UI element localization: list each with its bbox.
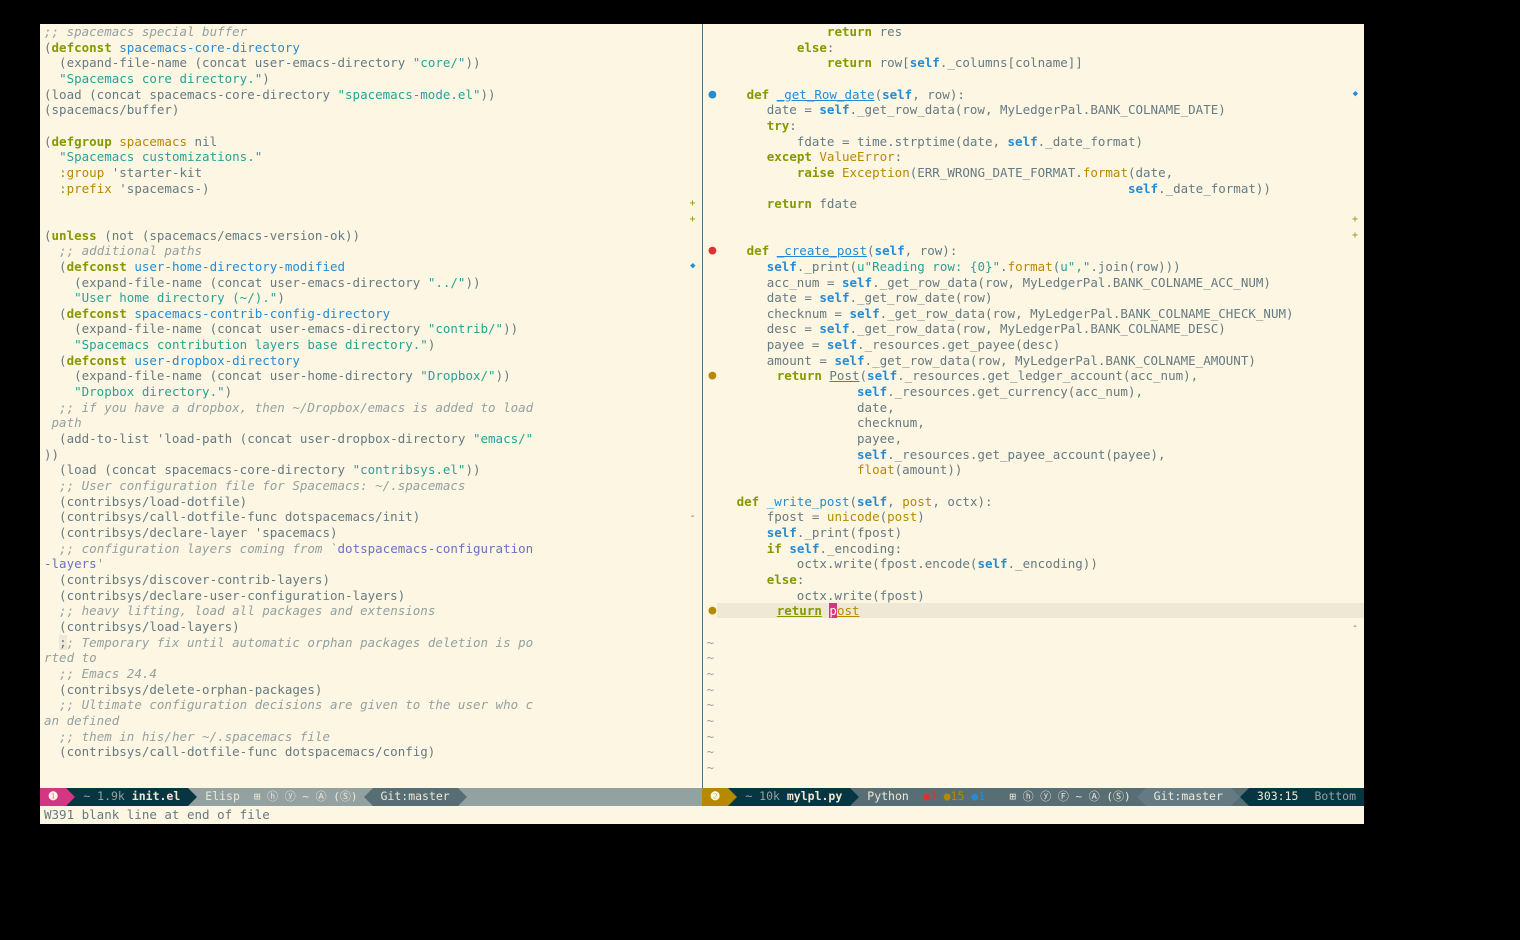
flycheck-indicator[interactable]: ●3 ●15 ●1 xyxy=(917,789,991,805)
flycheck-errors: ●3 xyxy=(923,789,937,803)
buffer-filename: init.el xyxy=(132,789,180,805)
scroll-position: Bottom xyxy=(1306,788,1364,806)
split-panes: ;; spacemacs special buffer(defconst spa… xyxy=(40,24,1364,788)
editor-frame: ;; spacemacs special buffer(defconst spa… xyxy=(40,24,1364,824)
right-pane[interactable]: return res else: return row[self._column… xyxy=(703,24,1365,788)
window-number-icon: ❶ xyxy=(40,788,66,806)
major-mode: Elisp xyxy=(197,788,248,806)
buffer-size: ~ 1.9k xyxy=(83,789,125,805)
buffer-size: ~ 10k xyxy=(745,789,780,805)
git-branch: Git:master xyxy=(373,788,458,806)
left-buffer[interactable]: ;; spacemacs special buffer(defconst spa… xyxy=(40,24,702,760)
git-branch: Git:master xyxy=(1146,788,1231,806)
cursor-position: 303:15 xyxy=(1249,788,1307,806)
flycheck-info: ●1 xyxy=(971,789,985,803)
minibuffer-message: W391 blank line at end of file xyxy=(44,807,270,823)
buffer-id: ~ 1.9k init.el xyxy=(75,788,188,806)
minor-modes: ⊞ ⓗ ⓨ ~ Ⓐ (Ⓢ) xyxy=(248,789,364,805)
left-pane[interactable]: ;; spacemacs special buffer(defconst spa… xyxy=(40,24,703,788)
left-modeline[interactable]: ❶ ~ 1.9k init.el Elisp ⊞ ⓗ ⓨ ~ Ⓐ (Ⓢ) Git… xyxy=(40,788,702,806)
right-buffer[interactable]: return res else: return row[self._column… xyxy=(703,24,1365,776)
window-number-icon: ❷ xyxy=(702,788,728,806)
modelines: ❶ ~ 1.9k init.el Elisp ⊞ ⓗ ⓨ ~ Ⓐ (Ⓢ) Git… xyxy=(40,788,1364,806)
minor-modes: ⊞ ⓗ ⓨ Ⓕ ~ Ⓐ (Ⓢ) xyxy=(1003,789,1136,805)
minibuffer[interactable]: W391 blank line at end of file xyxy=(40,806,1364,824)
buffer-filename: mylpl.py xyxy=(787,789,842,805)
right-modeline[interactable]: ❷ ~ 10k mylpl.py Python ●3 ●15 ●1 ⊞ ⓗ ⓨ … xyxy=(702,788,1364,806)
buffer-id: ~ 10k mylpl.py xyxy=(737,788,850,806)
flycheck-warnings: ●15 xyxy=(944,789,965,803)
major-mode: Python xyxy=(859,788,917,806)
